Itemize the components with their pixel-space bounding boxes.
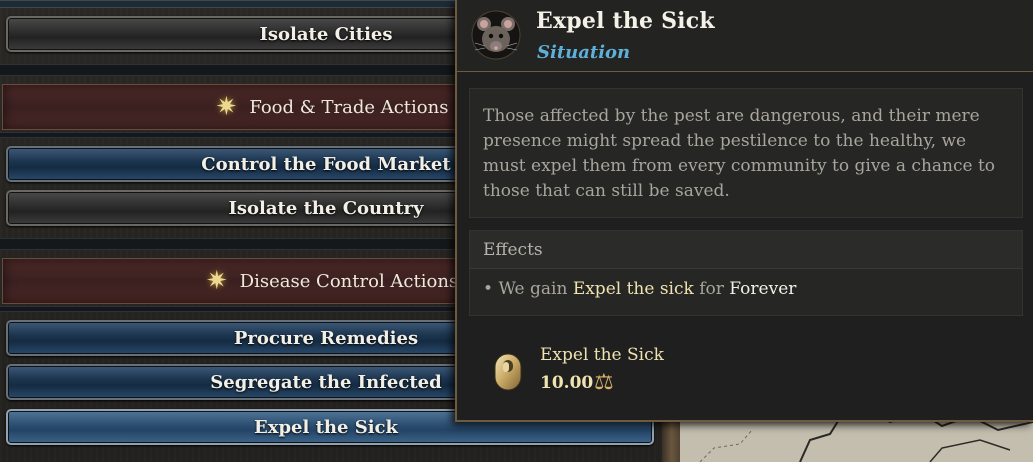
tooltip-title: Expel the Sick	[536, 8, 715, 34]
effects-box: Effects • We gain Expel the sick for For…	[469, 230, 1023, 316]
modifier-name: Expel the Sick	[540, 345, 664, 365]
button-label: Isolate Cities	[259, 23, 393, 45]
effect-bullet: •	[483, 279, 494, 299]
situation-tooltip: Expel the Sick Situation Those affected …	[455, 0, 1033, 422]
category-label: Food & Trade Actions	[249, 96, 449, 118]
effect-name: Expel the sick	[572, 279, 694, 299]
tooltip-description: Those affected by the pest are dangerous…	[469, 88, 1023, 218]
button-label: Isolate the Country	[228, 197, 424, 219]
effect-line: • We gain Expel the sick for Forever	[470, 269, 1022, 299]
scale-icon: ⚖	[594, 370, 614, 395]
effects-header: Effects	[470, 231, 1022, 269]
category-label: Disease Control Actions	[239, 270, 459, 292]
effect-duration: Forever	[729, 279, 797, 299]
button-label: Control the Food Market	[201, 153, 451, 175]
capsule-icon	[493, 352, 523, 392]
tooltip-subtitle: Situation	[537, 42, 631, 63]
effect-for: for	[699, 279, 724, 299]
star-icon: ✷	[215, 92, 238, 122]
star-icon: ✷	[205, 266, 228, 296]
tooltip-header: Expel the Sick Situation	[457, 0, 1033, 72]
button-label: Procure Remedies	[233, 327, 419, 349]
button-label: Expel the Sick	[254, 416, 398, 438]
effect-prefix: We gain	[498, 279, 568, 299]
rat-icon	[471, 10, 521, 60]
button-label: Segregate the Infected	[210, 371, 442, 393]
modifier-value: 10.00	[540, 373, 594, 393]
